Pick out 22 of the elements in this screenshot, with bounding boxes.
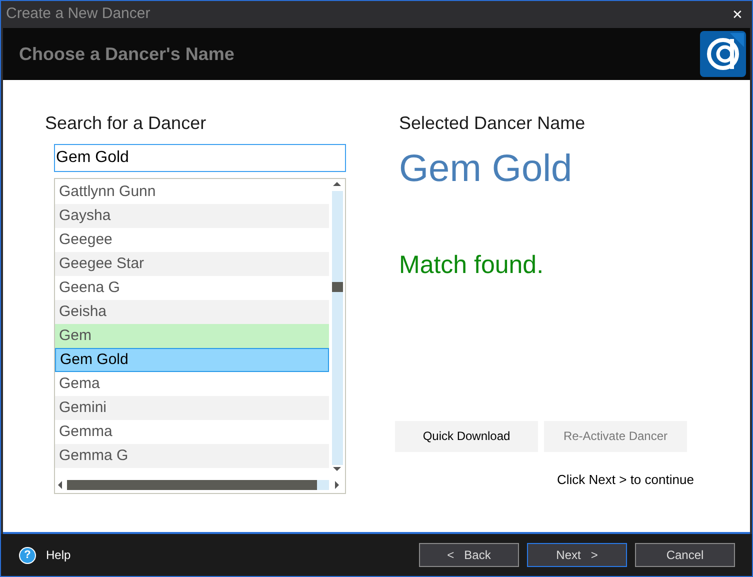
list-item[interactable]: Gemma G [55,444,329,468]
selected-name-label: Selected Dancer Name [399,112,586,135]
footer-button[interactable]: < Back [419,543,519,567]
match-status: Match found. [399,250,545,281]
window-title: Create a New Dancer [6,4,150,24]
help-link[interactable]: Help [46,546,71,564]
list-item[interactable]: Geisha [55,300,329,324]
close-button[interactable]: ✕ [728,4,747,24]
footer-button[interactable]: Next > [527,543,627,567]
search-field[interactable]: Gem Gold [54,144,346,172]
list-item[interactable]: Gemini [55,396,329,420]
action-button[interactable]: Quick Download [395,420,538,452]
footer-button[interactable]: Cancel [635,543,735,567]
selected-dancer-name: Gem Gold [399,147,574,192]
list-item[interactable]: Gaysha [55,204,329,228]
list-item[interactable]: Geegee Star [55,252,329,276]
search-label: Search for a Dancer [45,112,208,135]
list-item[interactable]: Gem [55,324,329,348]
continue-hint: Click Next > to continue [557,470,695,488]
app-logo-icon [700,31,746,77]
page-title: Choose a Dancer's Name [19,42,234,66]
list-item[interactable]: Gem Gold [55,348,329,372]
